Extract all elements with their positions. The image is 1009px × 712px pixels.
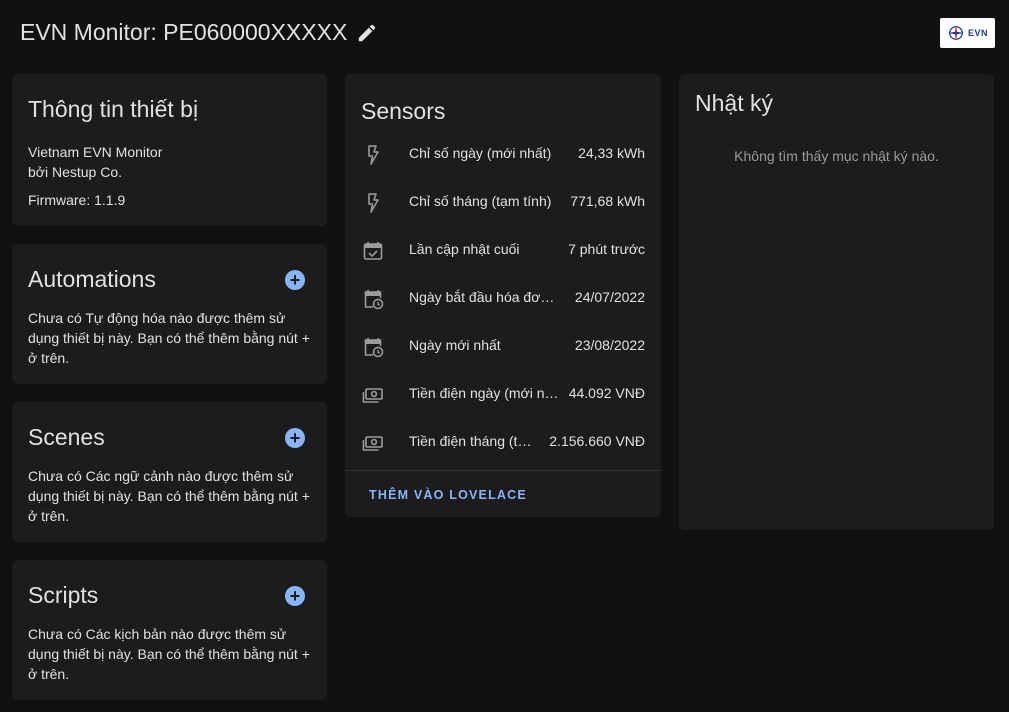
sensor-value: 24/07/2022 (574, 289, 645, 305)
sensor-name: Chỉ số tháng (tạm tính) (409, 193, 552, 209)
device-model: Vietnam EVN Monitor (28, 144, 163, 160)
sensors-title: Sensors (361, 98, 446, 124)
sensors-card: Sensors Chỉ số ngày (mới nhất) 24,33 kWh… (345, 74, 661, 517)
logbook-title: Nhật ký (695, 90, 773, 116)
device-manufacturer: bởi Nestup Co. (28, 164, 123, 180)
flash-icon (368, 193, 379, 213)
sensor-name: Ngày bắt đầu hóa đơn … (409, 289, 561, 305)
sensor-row[interactable]: Ngày bắt đầu hóa đơn … 24/07/2022 (345, 275, 661, 323)
scripts-empty-text: Chưa có Các kịch bản nào được thêm sử dụ… (28, 626, 310, 682)
automations-title: Automations (28, 266, 156, 292)
flash-icon (368, 145, 379, 165)
add-to-lovelace-button[interactable]: THÊM VÀO LOVELACE (361, 484, 535, 506)
sensor-name: Chỉ số ngày (mới nhất) (409, 145, 552, 161)
plus-icon: + (289, 427, 301, 448)
scenes-title: Scenes (28, 424, 105, 450)
add-scene-button[interactable]: + (285, 428, 305, 448)
scenes-card: Scenes + Chưa có Các ngữ cảnh nào được t… (12, 402, 327, 542)
sensor-name: Lần cập nhật cuối (409, 241, 520, 257)
scripts-card: Scripts + Chưa có Các kịch bản nào được … (12, 560, 327, 700)
sensor-value: 7 phút trước (568, 241, 645, 257)
sensor-value: 44.092 VNĐ (568, 385, 645, 401)
sensor-row[interactable]: Tiền điện tháng (tạ… 2.156.660 VNĐ (345, 419, 661, 467)
sensor-value: 2.156.660 VNĐ (549, 433, 645, 449)
edit-button[interactable] (355, 21, 379, 45)
calendar-clock-icon (364, 290, 384, 310)
sensor-row[interactable]: Chỉ số tháng (tạm tính) 771,68 kWh (345, 179, 661, 227)
sensor-name: Tiền điện tháng (tạ… (409, 433, 539, 449)
sensor-row[interactable]: Lần cập nhật cuối 7 phút trước (345, 227, 661, 275)
page-title: EVN Monitor: PE060000XXXXX (20, 19, 348, 45)
device-info-title: Thông tin thiết bị (28, 96, 199, 122)
sensor-value: 23/08/2022 (574, 337, 645, 353)
card-divider (345, 470, 661, 471)
automations-empty-text: Chưa có Tự động hóa nào được thêm sử dụn… (28, 310, 310, 366)
add-script-button[interactable]: + (285, 586, 305, 606)
scripts-title: Scripts (28, 582, 99, 608)
calendar-check-icon (363, 242, 383, 260)
automations-card: Automations + Chưa có Tự động hóa nào đư… (12, 244, 327, 384)
add-automation-button[interactable]: + (285, 270, 305, 290)
cash-icon (362, 436, 383, 451)
sensor-value: 771,68 kWh (570, 193, 645, 209)
cash-icon (362, 388, 383, 403)
page-header: EVN Monitor: PE060000XXXXX EVN (0, 0, 1009, 66)
device-firmware: Firmware: 1.1.9 (28, 192, 126, 208)
scenes-empty-text: Chưa có Các ngữ cảnh nào được thêm sử dụ… (28, 468, 310, 524)
pencil-icon (358, 24, 376, 42)
evn-logo-icon (947, 24, 965, 42)
sensor-row[interactable]: Tiền điện ngày (mới nh… 44.092 VNĐ (345, 371, 661, 419)
sensor-row[interactable]: Chỉ số ngày (mới nhất) 24,33 kWh (345, 131, 661, 179)
device-info-card: Thông tin thiết bị Vietnam EVN Monitor b… (12, 74, 327, 226)
sensor-name: Ngày mới nhất (409, 337, 501, 353)
sensor-value: 24,33 kWh (578, 145, 645, 161)
logbook-card: Nhật ký Không tìm thấy mục nhật ký nào. (679, 74, 994, 530)
plus-icon: + (289, 269, 301, 290)
calendar-clock-icon (364, 338, 384, 358)
logbook-empty-text: Không tìm thấy mục nhật ký nào. (734, 148, 939, 164)
logo-text: EVN (967, 28, 988, 38)
sensor-row[interactable]: Ngày mới nhất 23/08/2022 (345, 323, 661, 371)
sensor-name: Tiền điện ngày (mới nh… (409, 385, 561, 401)
evn-logo: EVN (940, 18, 995, 48)
plus-icon: + (289, 585, 301, 606)
